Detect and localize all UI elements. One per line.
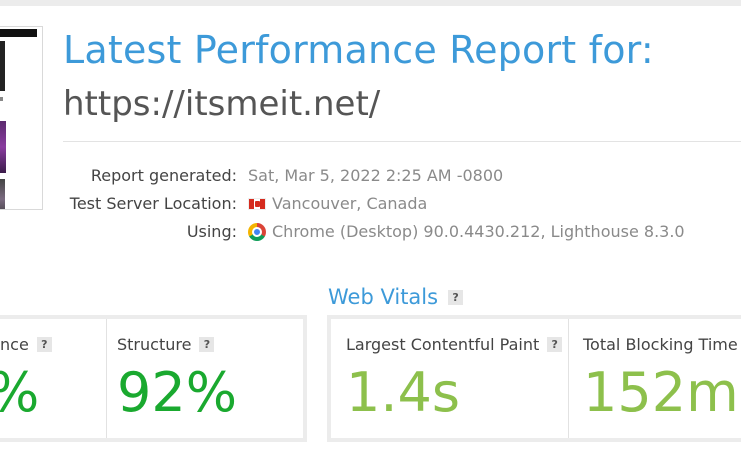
- meta-server-location: Test Server Location: Vancouver, Canada: [0, 194, 741, 216]
- structure-label-text: Structure: [117, 335, 192, 354]
- help-icon[interactable]: ?: [199, 337, 215, 352]
- tbt-cell: Total Blocking Time ? 152ms: [568, 319, 741, 438]
- tbt-label: Total Blocking Time ?: [583, 335, 741, 354]
- tbt-label-text: Total Blocking Time: [583, 335, 738, 354]
- using-label: Using:: [186, 222, 237, 241]
- chrome-icon: [248, 222, 266, 241]
- web-vitals-heading: Web Vitals ?: [328, 285, 464, 309]
- report-generated-value: Sat, Mar 5, 2022 2:25 AM -0800: [248, 166, 503, 185]
- web-vitals-title: Web Vitals: [328, 285, 439, 309]
- tbt-value: 152ms: [583, 361, 741, 424]
- meta-report-generated: Report generated: Sat, Mar 5, 2022 2:25 …: [0, 166, 741, 188]
- server-location-value: Vancouver, Canada: [248, 194, 427, 213]
- structure-cell: Structure ? 92%: [106, 319, 303, 438]
- thumbnail-header-block: [0, 29, 37, 37]
- lcp-value: 1.4s: [346, 361, 461, 424]
- help-icon[interactable]: ?: [547, 337, 563, 352]
- lcp-cell: Largest Contentful Paint ? 1.4s: [331, 319, 568, 438]
- help-icon[interactable]: ?: [448, 289, 464, 305]
- lcp-label-text: Largest Contentful Paint: [346, 335, 540, 354]
- server-location-text: Vancouver, Canada: [272, 194, 428, 213]
- using-text: Chrome (Desktop) 90.0.4430.212, Lighthou…: [272, 222, 685, 241]
- structure-label: Structure ?: [117, 335, 215, 354]
- server-location-label: Test Server Location:: [69, 194, 237, 213]
- performance-value: %: [0, 361, 39, 426]
- canada-flag-icon: [248, 197, 266, 210]
- report-title: Latest Performance Report for:: [63, 28, 654, 72]
- report-generated-text: Sat, Mar 5, 2022 2:25 AM -0800: [248, 166, 504, 185]
- report-url[interactable]: https://itsmeit.net/: [63, 84, 380, 124]
- thumbnail-block: [0, 41, 5, 91]
- web-vitals-panel: Largest Contentful Paint ? 1.4s Total Bl…: [327, 315, 741, 442]
- performance-cell: nce ? %: [0, 319, 106, 438]
- help-icon[interactable]: ?: [36, 337, 52, 352]
- performance-label: nce ?: [0, 335, 52, 354]
- performance-label-text: nce: [0, 335, 29, 354]
- report-generated-label: Report generated:: [90, 166, 237, 185]
- top-strip: [0, 0, 741, 6]
- meta-using: Using: Chrome (Desktop) 90.0.4430.212, L…: [0, 222, 741, 244]
- structure-value: 92%: [117, 361, 238, 424]
- using-value: Chrome (Desktop) 90.0.4430.212, Lighthou…: [248, 222, 685, 241]
- thumbnail-block: [0, 97, 3, 101]
- header-divider: [63, 141, 741, 142]
- gtmetrix-grade-panel: nce ? % Structure ? 92%: [0, 315, 307, 442]
- lcp-label: Largest Contentful Paint ?: [346, 335, 563, 354]
